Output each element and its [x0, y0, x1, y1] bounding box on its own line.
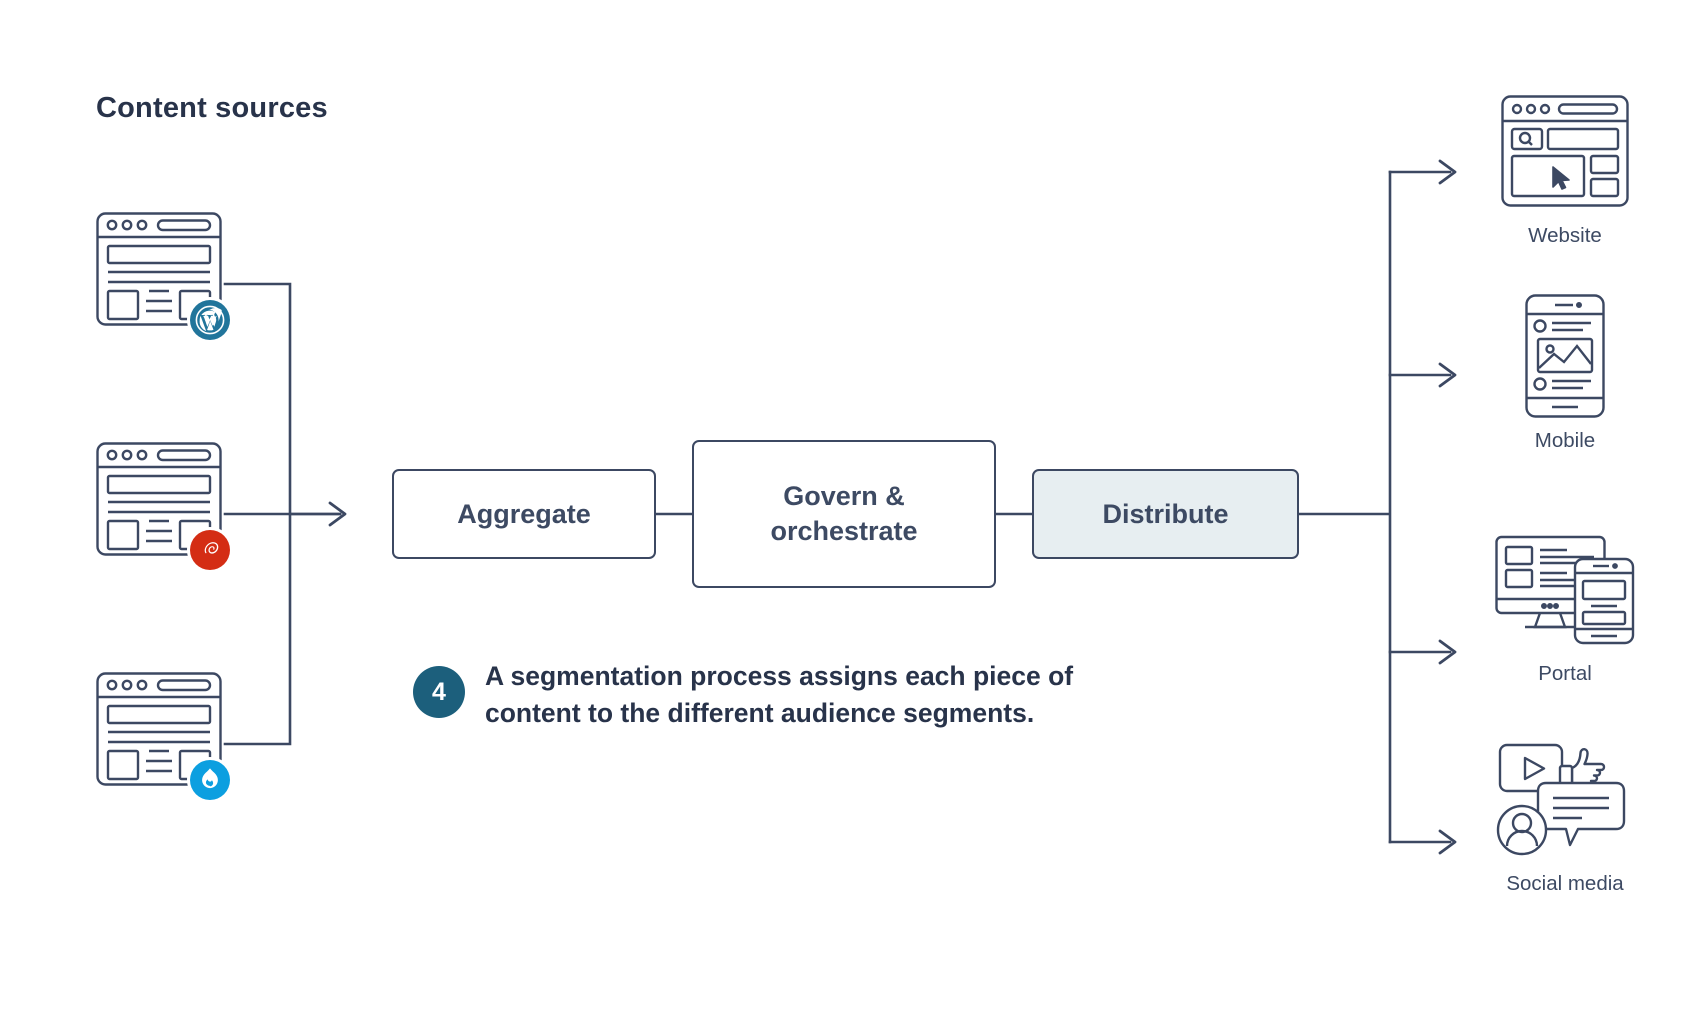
annotation-text-line1: A segmentation process assigns each piec… [485, 661, 1074, 691]
wordpress-logo-icon: W [190, 300, 230, 340]
annotation-text: A segmentation process assigns each piec… [485, 658, 1073, 731]
output-label-website: Website [1528, 224, 1602, 247]
process-label-aggregate: Aggregate [457, 498, 591, 529]
output-channel-social-media[interactable]: Social media [1470, 738, 1660, 896]
social-media-icon [1470, 738, 1660, 860]
annotation-note: 4 A segmentation process assigns each pi… [413, 658, 1073, 731]
diagram-canvas: Content sources W Aggregate Govern & orc… [0, 0, 1700, 1024]
mobile-arrowhead [1438, 362, 1457, 388]
portal-arrowhead [1438, 639, 1457, 665]
content-source-drupal[interactable] [96, 672, 230, 800]
output-label-social-media: Social media [1506, 872, 1624, 895]
annotation-text-line2: content to the different audience segmen… [485, 697, 1035, 728]
desktop-and-phone-icon [1470, 528, 1660, 650]
ruby-logo-icon [190, 530, 230, 570]
content-source-wordpress[interactable]: W [96, 212, 230, 340]
process-box-govern-orchestrate[interactable]: Govern & orchestrate [692, 440, 996, 588]
website-arrowhead [1438, 159, 1457, 185]
drupal-logo-icon [190, 760, 230, 800]
svg-text:W: W [203, 314, 217, 330]
process-label-govern-line1: Govern & [783, 481, 905, 512]
output-label-mobile: Mobile [1534, 429, 1596, 452]
process-box-distribute[interactable]: Distribute [1032, 469, 1299, 559]
process-label-distribute: Distribute [1102, 498, 1229, 529]
page-title: Content sources [96, 92, 328, 124]
output-channel-portal[interactable]: Portal [1470, 528, 1660, 686]
content-source-ruby[interactable] [96, 442, 230, 570]
output-label-portal: Portal [1538, 662, 1592, 685]
annotation-step-badge: 4 [413, 666, 465, 718]
smartphone-icon [1470, 294, 1660, 418]
process-box-aggregate[interactable]: Aggregate [392, 469, 656, 559]
source-3-connector [223, 512, 292, 746]
output-channel-mobile[interactable]: Mobile [1470, 294, 1660, 453]
process-label-govern-line2: orchestrate [770, 516, 918, 546]
browser-search-window-icon [1470, 90, 1660, 212]
output-channel-website[interactable]: Website [1470, 90, 1660, 248]
source-1-connector [223, 282, 342, 516]
social-arrowhead [1438, 829, 1457, 855]
aggregate-arrowhead [328, 501, 347, 527]
